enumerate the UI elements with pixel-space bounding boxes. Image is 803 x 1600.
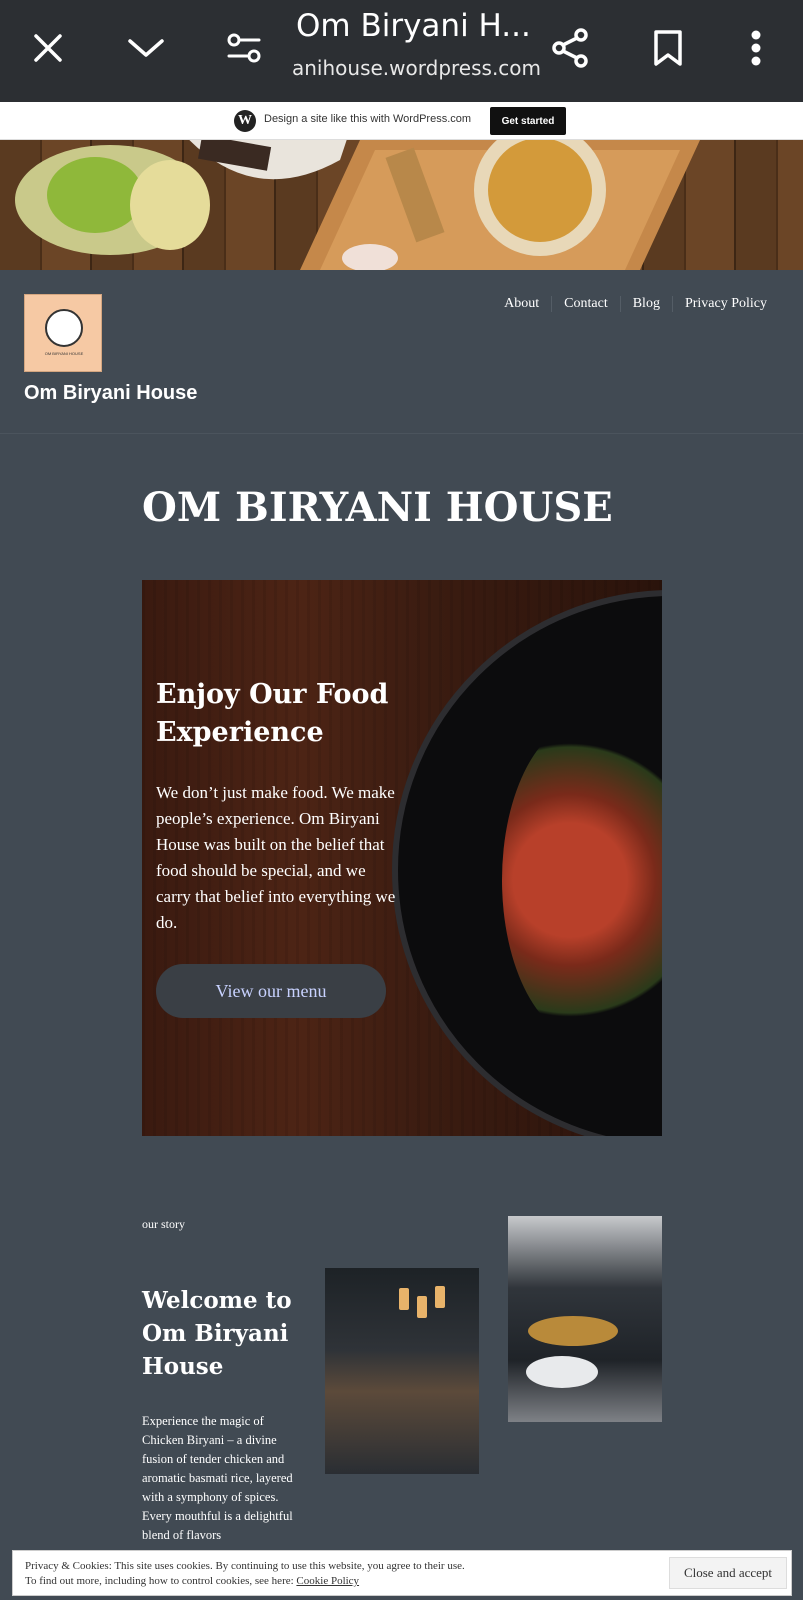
main-navigation: About Contact Blog Privacy Policy — [492, 296, 779, 312]
story-tag: our story — [142, 1217, 185, 1231]
chef-logo-icon — [45, 309, 83, 347]
cookie-line-2-text: To find out more, including how to contr… — [25, 1575, 297, 1587]
url-bar[interactable]: anihouse.wordpress.com — [292, 56, 541, 80]
lamp-detail — [435, 1286, 445, 1308]
cover-heading: Enjoy Our Food Experience — [156, 679, 389, 748]
lamp-detail — [417, 1296, 427, 1318]
nav-item-privacy-policy[interactable]: Privacy Policy — [671, 296, 779, 312]
lamp-detail — [399, 1288, 409, 1310]
wordpress-logo-icon: W — [234, 110, 256, 132]
page-title: OM BIRYANI HOUSE — [142, 484, 613, 531]
chef-cooking-image — [508, 1216, 662, 1422]
view-menu-button[interactable]: View our menu — [156, 964, 386, 1018]
site-header: OM BIRYANI HOUSE Om Biryani House About … — [0, 270, 803, 434]
cookie-line-2: To find out more, including how to contr… — [25, 1574, 625, 1589]
cover-text: We don’t just make food. We make people’… — [156, 783, 396, 932]
cookie-banner: Privacy & Cookies: This site uses cookie… — [12, 1550, 792, 1596]
pan-detail — [528, 1316, 618, 1346]
site-logo-text: OM BIRYANI HOUSE — [44, 351, 84, 356]
cookie-line-1: Privacy & Cookies: This site uses cookie… — [25, 1560, 465, 1572]
close-icon[interactable] — [18, 18, 78, 78]
chevron-down-icon[interactable] — [116, 18, 176, 78]
cover-block: Enjoy Our Food Experience We don’t just … — [142, 580, 662, 1136]
bookmark-icon[interactable] — [638, 18, 698, 78]
nav-item-about[interactable]: About — [492, 296, 551, 312]
page-title-tab: Om Biryani H... — [296, 8, 531, 44]
more-vert-icon[interactable] — [726, 18, 786, 78]
wordpress-banner-text: Design a site like this with WordPress.c… — [264, 113, 472, 125]
nav-item-blog[interactable]: Blog — [619, 296, 672, 312]
site-name[interactable]: Om Biryani House — [24, 382, 197, 405]
tune-icon[interactable] — [214, 18, 274, 78]
header-image — [0, 140, 803, 270]
get-started-button[interactable]: Get started — [490, 107, 566, 135]
cookie-text: Privacy & Cookies: This site uses cookie… — [25, 1559, 625, 1589]
browser-toolbar: Om Biryani H... anihouse.wordpress.com — [0, 0, 803, 102]
share-icon[interactable] — [540, 18, 600, 78]
story-text: Experience the magic of Chicken Biryani … — [142, 1414, 293, 1542]
site-logo[interactable]: OM BIRYANI HOUSE — [24, 294, 102, 372]
nav-item-contact[interactable]: Contact — [551, 296, 620, 312]
food-image — [502, 720, 662, 1040]
restaurant-interior-image — [325, 1268, 479, 1474]
bowl-detail — [526, 1356, 598, 1388]
story-heading: Welcome to Om Biryani House — [142, 1287, 292, 1380]
close-and-accept-button[interactable]: Close and accept — [669, 1557, 787, 1589]
cookie-policy-link[interactable]: Cookie Policy — [296, 1575, 359, 1587]
wordpress-banner: W Design a site like this with WordPress… — [0, 102, 803, 140]
